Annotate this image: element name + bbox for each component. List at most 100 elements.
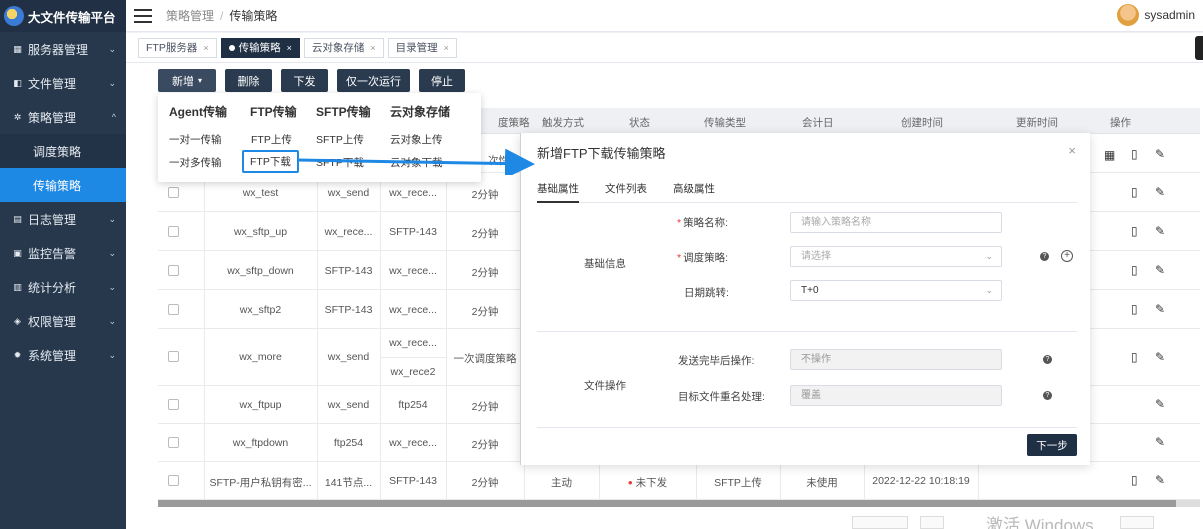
close-icon[interactable]: × xyxy=(1068,143,1076,158)
add-circle-icon[interactable]: + xyxy=(1061,250,1073,262)
pager-control[interactable] xyxy=(920,516,944,529)
cell-name: wx_more xyxy=(239,351,282,363)
edit-icon[interactable]: ✎ xyxy=(1155,224,1165,238)
grid-icon: ▦ xyxy=(13,43,22,54)
pager-control[interactable] xyxy=(1120,516,1154,529)
policy-name-input[interactable]: 请输入策略名称 xyxy=(790,212,1002,233)
username: sysadmin xyxy=(1144,8,1195,22)
cell-target: ftp254 xyxy=(398,399,428,411)
cell-source: wx_send xyxy=(327,187,370,199)
windows-activation-watermark: 激活 Windows xyxy=(986,516,1094,529)
sidebar-item-logs[interactable]: ▤ 日志管理 ⌄ xyxy=(0,202,126,236)
calendar-icon[interactable]: ▦ xyxy=(1104,148,1115,162)
section-file-operation: 文件操作 xyxy=(584,380,626,392)
book-icon[interactable]: ▯ xyxy=(1131,185,1138,199)
cell-transfer-type: SFTP上传 xyxy=(714,477,762,489)
book-icon[interactable]: ▯ xyxy=(1131,224,1138,238)
edit-icon[interactable]: ✎ xyxy=(1155,350,1165,364)
edit-icon[interactable]: ✎ xyxy=(1155,397,1165,411)
row-checkbox[interactable] xyxy=(168,265,179,276)
menu-item-one-to-one[interactable]: 一对一传输 xyxy=(169,132,222,147)
menu-item-ftp-upload[interactable]: FTP上传 xyxy=(251,132,292,147)
sidebar-item-policy[interactable]: ✲ 策略管理 ^ xyxy=(0,100,126,134)
menu-item-one-to-many[interactable]: 一对多传输 xyxy=(169,155,222,170)
sidebar-item-label: 监控告警 xyxy=(28,246,77,261)
tab-file-list[interactable]: 文件列表 xyxy=(605,181,647,196)
pager-control[interactable] xyxy=(852,516,908,529)
delete-button[interactable]: 删除 xyxy=(225,69,272,92)
stop-button[interactable]: 停止 xyxy=(419,69,465,92)
chevron-down-icon: ⌄ xyxy=(108,316,116,326)
row-checkbox[interactable] xyxy=(168,187,179,198)
help-icon[interactable]: ? xyxy=(1043,355,1052,364)
sidebar-item-files[interactable]: ◧ 文件管理 ⌄ xyxy=(0,66,126,100)
sidebar-item-system[interactable]: ✹ 系统管理 ⌄ xyxy=(0,338,126,372)
row-checkbox[interactable] xyxy=(168,351,179,362)
breadcrumb-item[interactable]: 策略管理 xyxy=(166,9,214,23)
row-checkbox[interactable] xyxy=(168,226,179,237)
help-icon[interactable]: ? xyxy=(1040,252,1049,261)
sidebar-item-monitor[interactable]: ▣ 监控告警 ⌄ xyxy=(0,236,126,270)
cell-target: wx_rece... xyxy=(389,337,437,349)
scrollbar-thumb[interactable] xyxy=(158,500,1176,507)
tab-basic-properties[interactable]: 基础属性 xyxy=(537,181,579,203)
tab-advanced-properties[interactable]: 高级属性 xyxy=(673,181,715,196)
tab-directory[interactable]: 目录管理 × xyxy=(387,37,457,58)
tab-transfer-policy[interactable]: 传输策略 × xyxy=(220,37,300,58)
close-icon[interactable]: × xyxy=(287,43,292,53)
date-skip-select[interactable]: T+0 ⌄ xyxy=(790,280,1002,301)
edit-icon[interactable]: ✎ xyxy=(1155,473,1165,487)
sidebar-subitem-transfer[interactable]: 传输策略 xyxy=(0,168,126,202)
book-icon[interactable]: ▯ xyxy=(1131,473,1138,487)
issue-button[interactable]: 下发 xyxy=(281,69,328,92)
book-icon[interactable]: ▯ xyxy=(1131,263,1138,277)
edit-icon[interactable]: ✎ xyxy=(1155,435,1165,449)
hamburger-menu-icon[interactable] xyxy=(134,8,152,23)
cell-schedule: 2分钟 xyxy=(471,228,499,240)
row-checkbox[interactable] xyxy=(168,399,179,410)
user-menu[interactable]: sysadmin xyxy=(1117,4,1195,26)
cell-name: SFTP-用户私钥有密... xyxy=(209,477,312,489)
sidebar-item-permissions[interactable]: ◈ 权限管理 ⌄ xyxy=(0,304,126,338)
logo-icon xyxy=(4,6,24,26)
horizontal-scrollbar[interactable] xyxy=(158,500,1200,507)
close-icon[interactable]: × xyxy=(203,43,208,53)
cell-name: wx_test xyxy=(242,187,279,199)
cell-source: wx_send xyxy=(327,399,370,411)
menu-item-ftp-download[interactable]: FTP下载 xyxy=(242,150,299,173)
required-asterisk-icon: * xyxy=(677,252,682,264)
schedule-policy-select[interactable]: 请选择 ⌄ xyxy=(790,246,1002,267)
chevron-down-icon: ⌄ xyxy=(108,350,116,360)
run-once-button[interactable]: 仅一次运行 xyxy=(337,69,410,92)
edit-icon[interactable]: ✎ xyxy=(1155,147,1165,161)
sidebar-subitem-schedule[interactable]: 调度策略 xyxy=(0,134,126,168)
book-icon[interactable]: ▯ xyxy=(1131,147,1138,161)
help-icon[interactable]: ? xyxy=(1043,391,1052,400)
chevron-down-icon: ⌄ xyxy=(985,251,993,261)
new-button[interactable]: 新增 ▾ xyxy=(158,69,216,92)
side-handle[interactable] xyxy=(1195,36,1203,60)
book-icon[interactable]: ▯ xyxy=(1131,350,1138,364)
chevron-down-icon: ⌄ xyxy=(108,44,116,54)
edit-icon[interactable]: ✎ xyxy=(1155,185,1165,199)
required-asterisk-icon: * xyxy=(677,217,682,229)
tab-cloud-storage[interactable]: 云对象存储 × xyxy=(303,37,384,58)
edit-icon[interactable]: ✎ xyxy=(1155,263,1165,277)
sidebar-item-servers[interactable]: ▦ 服务器管理 ⌄ xyxy=(0,32,126,66)
sidebar: 大文件传输平台 ▦ 服务器管理 ⌄ ◧ 文件管理 ⌄ ✲ 策略管理 ^ 调度策略 传输策略 … xyxy=(0,0,126,529)
row-checkbox[interactable] xyxy=(168,437,179,448)
book-icon[interactable]: ▯ xyxy=(1131,302,1138,316)
cell-target: SFTP-143 xyxy=(389,226,437,238)
next-step-button[interactable]: 下一步 xyxy=(1027,434,1077,456)
status-text: 未下发 xyxy=(635,477,668,489)
sidebar-item-stats[interactable]: ▥ 统计分析 ⌄ xyxy=(0,270,126,304)
close-icon[interactable]: × xyxy=(370,43,375,53)
tab-label: FTP服务器 xyxy=(146,42,198,54)
cell-source: 141节点... xyxy=(324,477,373,489)
close-icon[interactable]: × xyxy=(444,43,449,53)
row-checkbox[interactable] xyxy=(168,304,179,315)
tab-ftp-server[interactable]: FTP服务器 × xyxy=(138,37,217,58)
sidebar-item-label: 文件管理 xyxy=(28,76,77,91)
row-checkbox[interactable] xyxy=(168,475,179,486)
edit-icon[interactable]: ✎ xyxy=(1155,302,1165,316)
